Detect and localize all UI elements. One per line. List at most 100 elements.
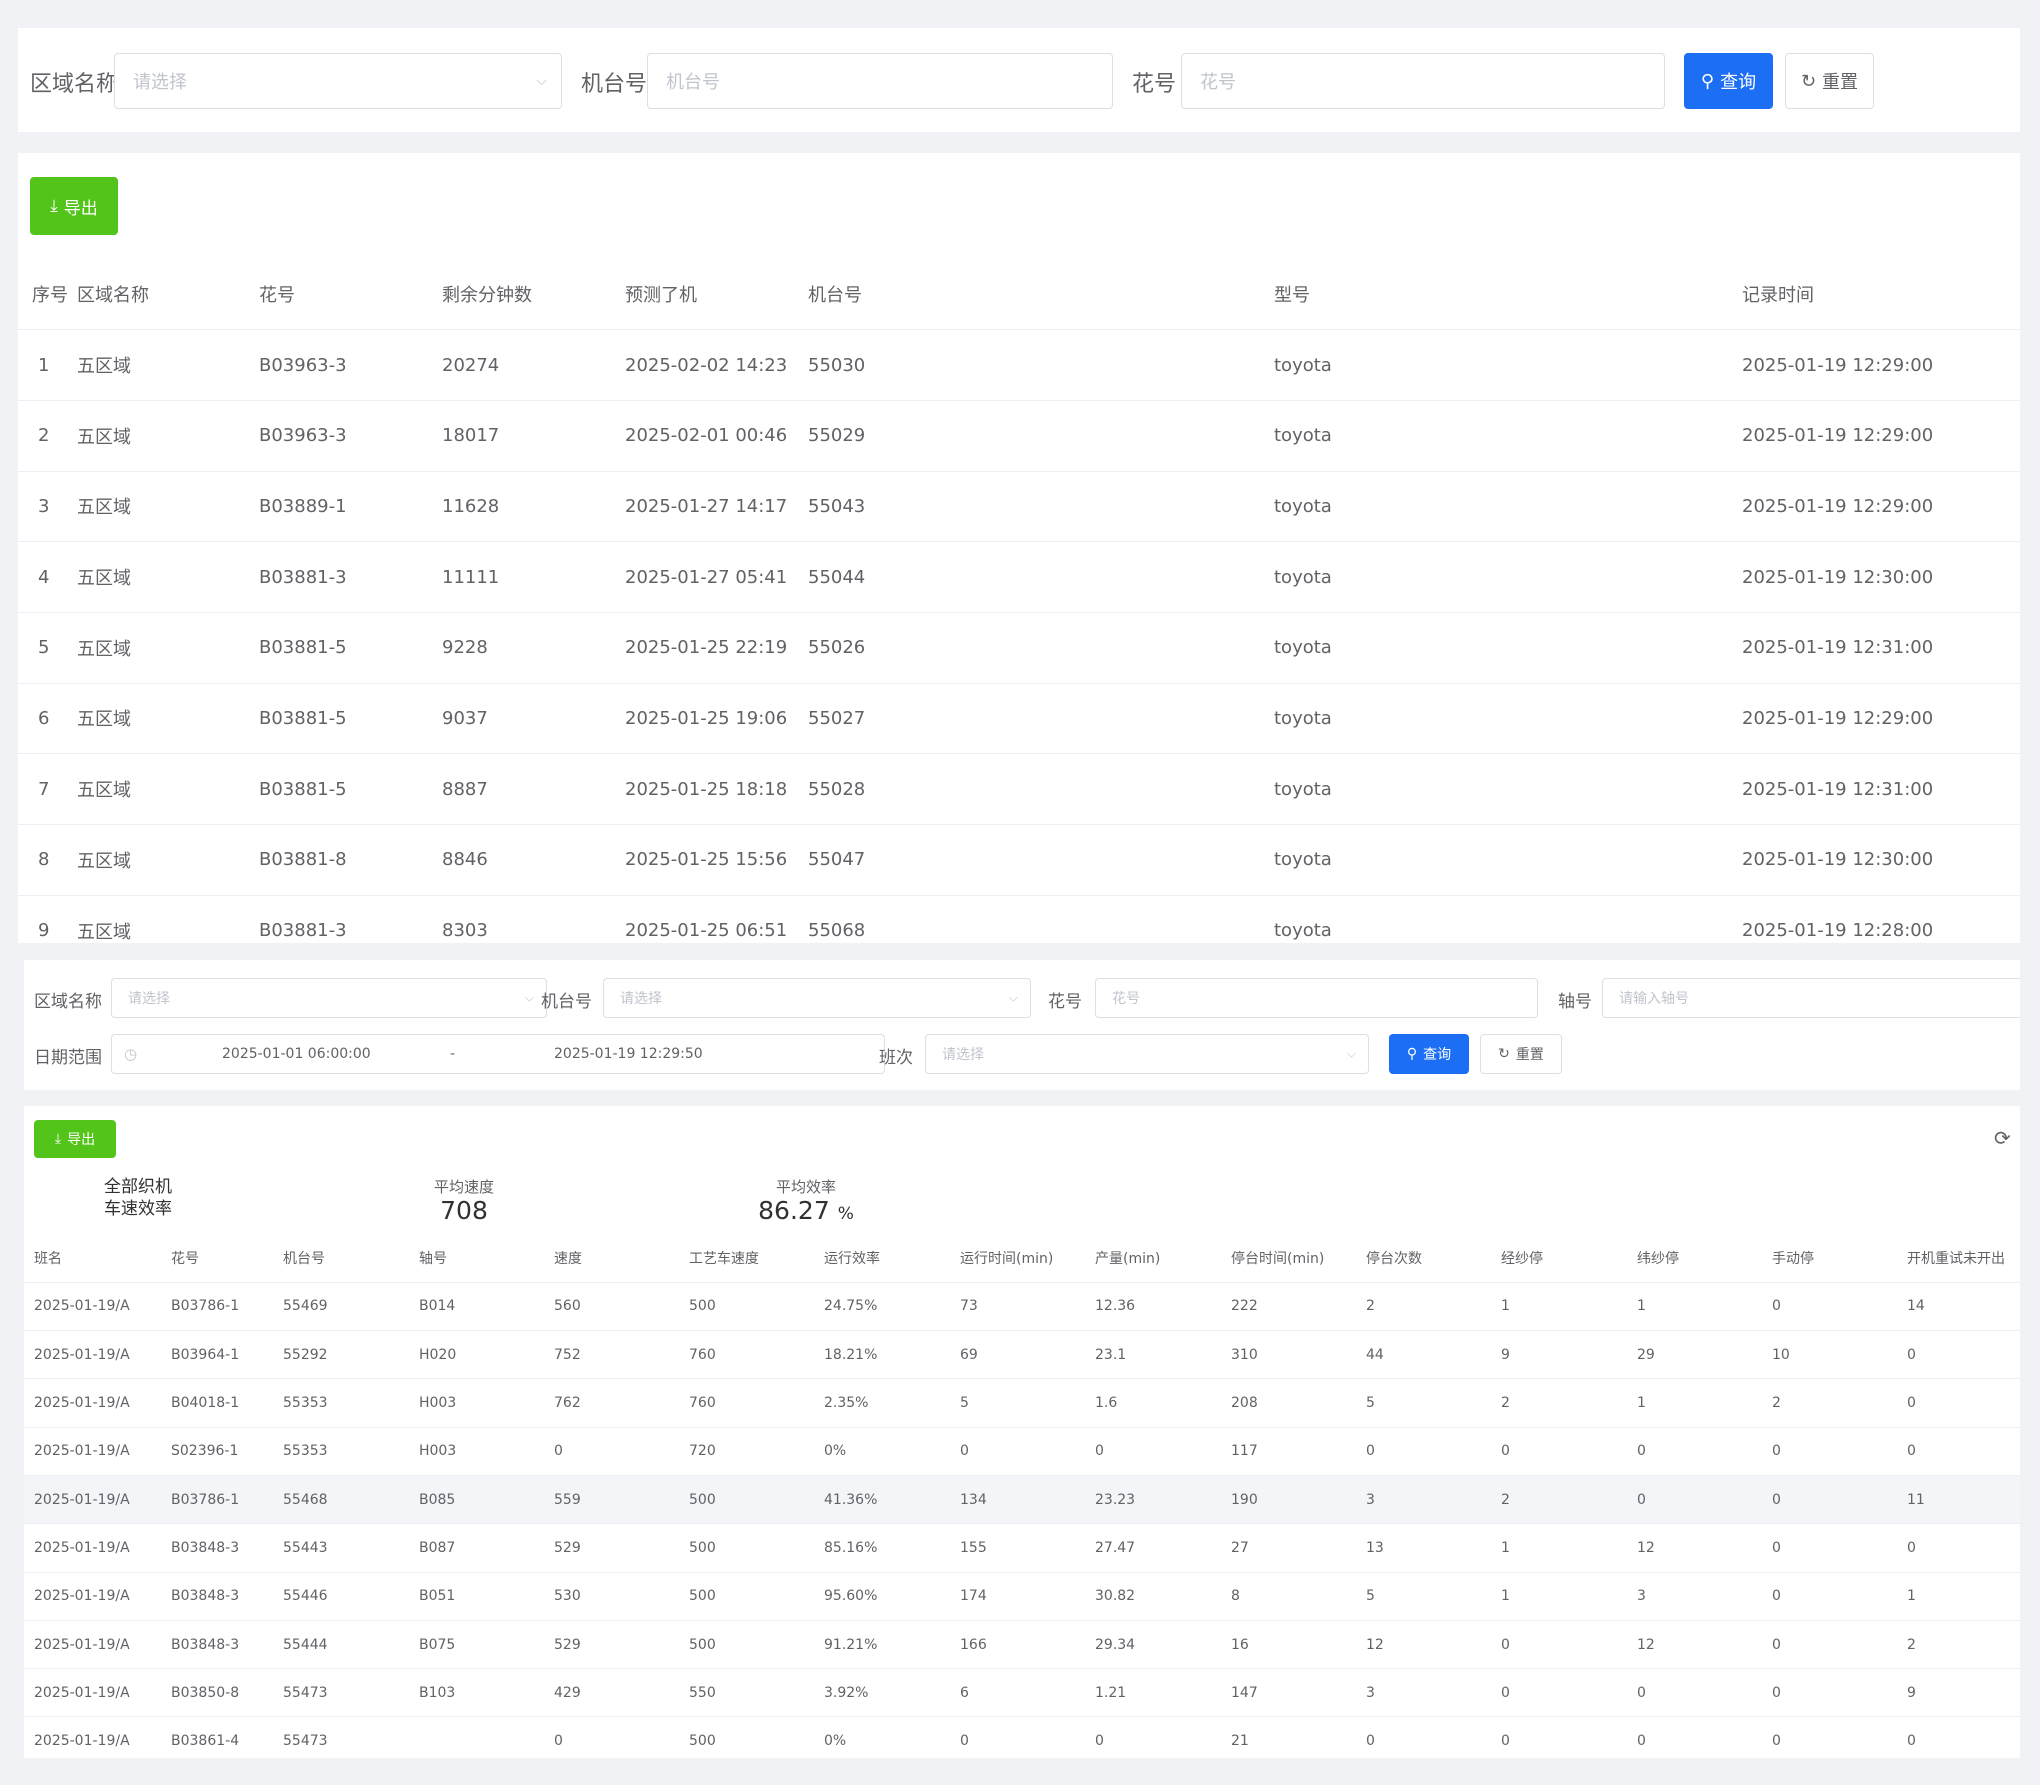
date-range-picker[interactable]: ◷ 2025-01-01 06:00:00 - 2025-01-19 12:29… — [111, 1034, 885, 1074]
table-row[interactable]: 2025-01-19/A B03848-3 55443 B087 529 500 85.16… — [24, 1523, 2020, 1573]
table-cell: 0 — [957, 1427, 1092, 1476]
area-select[interactable]: 请选择 ⌵ — [114, 53, 562, 109]
table-row[interactable]: 2025-01-19/A B03786-1 55469 B014 560 500 24.75… — [24, 1282, 2020, 1332]
table-cell: 五区域 — [74, 329, 256, 401]
table-cell: 55292 — [280, 1330, 416, 1380]
table-cell: 9 — [1498, 1330, 1634, 1380]
table-cell: B075 — [416, 1620, 551, 1670]
table-cell: 2025-01-19 12:31:00 — [1739, 612, 2020, 684]
table-cell: B03848-3 — [168, 1620, 280, 1670]
table-row[interactable]: 9 五区域 B03881-3 8303 2025-01-25 06:51 55068 toy… — [18, 895, 2020, 943]
table-cell: 2025-01-19 12:29:00 — [1739, 683, 2020, 755]
table-cell: 2025-01-27 05:41 — [622, 541, 805, 613]
table-row[interactable]: 3 五区域 B03889-1 11628 2025-01-27 14:17 55043 to… — [18, 471, 2020, 543]
table-header-cell: 花号 — [256, 259, 439, 331]
table-cell: 560 — [551, 1282, 686, 1332]
table-cell: 12 — [1363, 1620, 1498, 1670]
table-header-cell: 区域名称 — [74, 259, 256, 331]
table-row[interactable]: 2025-01-19/A B03848-3 55444 B075 529 500 91.21… — [24, 1620, 2020, 1670]
table-cell: 12.36 — [1092, 1282, 1228, 1332]
table-row[interactable]: 2025-01-19/A B03848-3 55446 B051 530 500 95.60… — [24, 1572, 2020, 1621]
table-cell: B014 — [416, 1282, 551, 1332]
table-header-cell: 产量(min) — [1092, 1234, 1228, 1283]
table-cell: 18.21% — [821, 1330, 957, 1380]
table-cell: 2025-01-19 12:31:00 — [1739, 753, 2020, 825]
table-cell: 760 — [686, 1330, 821, 1380]
efficiency-table: 班名 花号 机台号 轴号 速度 工艺车速度 运行效率 运行时间(min) 产量(min) 停台时间… — [24, 1234, 2020, 1758]
table-cell: 五区域 — [74, 824, 256, 896]
table-cell: 2025-01-19/A — [24, 1572, 168, 1621]
machine-input[interactable]: 机台号 — [647, 53, 1113, 109]
table-cell: B03881-5 — [256, 683, 439, 755]
date-end[interactable]: 2025-01-19 12:29:50 — [554, 1046, 703, 1062]
download-icon: ⤓ — [50, 196, 58, 216]
table-cell: 0 — [1634, 1475, 1769, 1525]
chevron-down-icon: ⌵ — [1346, 1046, 1356, 1061]
date-start[interactable]: 2025-01-01 06:00:00 — [222, 1046, 371, 1062]
shift-select-placeholder: 请选择 — [942, 1047, 984, 1063]
reset-button-2[interactable]: ↻ 重置 — [1480, 1034, 1562, 1074]
avg-speed-label: 平均速度 — [433, 1178, 494, 1196]
avg-efficiency: 86.27 % — [716, 1196, 896, 1225]
table-cell: B03786-1 — [168, 1475, 280, 1525]
table-cell: 55026 — [805, 612, 1271, 684]
table-cell: 0 — [1904, 1378, 2020, 1428]
area-select-2-placeholder: 请选择 — [128, 991, 170, 1007]
prediction-table: 序号 区域名称 花号 剩余分钟数 预测了机 机台号 型号 记录时间 1 五区域 B03963-3 2… — [18, 259, 2020, 943]
table-header-cell: 运行时间(min) — [957, 1234, 1092, 1283]
table-cell: 五区域 — [74, 400, 256, 472]
table-cell: 五区域 — [74, 895, 256, 943]
table-cell: 0 — [1904, 1523, 2020, 1573]
export-button-2[interactable]: ⤓ 导出 — [34, 1120, 116, 1158]
table-cell: 24.75% — [821, 1282, 957, 1332]
table-row[interactable]: 8 五区域 B03881-8 8846 2025-01-25 15:56 55047 toy… — [18, 824, 2020, 896]
table-row[interactable]: 2025-01-19/A B03786-1 55468 B085 559 500 41.36… — [24, 1475, 2020, 1525]
export-button[interactable]: ⤓ 导出 — [30, 177, 118, 235]
table-cell: 166 — [957, 1620, 1092, 1670]
refresh-icon: ↻ — [1800, 70, 1817, 92]
table-row[interactable]: 4 五区域 B03881-3 11111 2025-01-27 05:41 55044 to… — [18, 541, 2020, 613]
pattern-input-2[interactable]: 花号 — [1095, 978, 1538, 1018]
table-row[interactable]: 2025-01-19/A B03964-1 55292 H020 752 760 18.21… — [24, 1330, 2020, 1380]
table-row[interactable]: 2025-01-19/A B03850-8 55473 B103 429 550 3.92%… — [24, 1668, 2020, 1718]
shift-select[interactable]: 请选择 ⌵ — [925, 1034, 1369, 1074]
axis-input-placeholder: 请输入轴号 — [1619, 991, 1689, 1007]
table-row[interactable]: 2025-01-19/A B03861-4 55473 0 500 0% 0 0 21 0 0 0 0 0 — [24, 1716, 2020, 1758]
table-cell: 1.21 — [1092, 1668, 1228, 1718]
refresh-icon[interactable]: ⟳ — [1994, 1126, 2011, 1150]
table-cell: 0 — [1634, 1668, 1769, 1718]
table-row[interactable]: 5 五区域 B03881-5 9228 2025-01-25 22:19 55026 toy… — [18, 612, 2020, 684]
table-row[interactable]: 2025-01-19/A B04018-1 55353 H003 762 760 2.35%… — [24, 1378, 2020, 1428]
table-row[interactable]: 7 五区域 B03881-5 8887 2025-01-25 18:18 55028 toy… — [18, 753, 2020, 825]
table-cell: 2 — [1498, 1475, 1634, 1525]
avg-efficiency-label: 平均效率 — [775, 1178, 836, 1196]
pattern-input[interactable]: 花号 — [1181, 53, 1665, 109]
machine-select-2-placeholder: 请选择 — [620, 991, 662, 1007]
table-cell: 55469 — [280, 1282, 416, 1332]
table-row[interactable]: 6 五区域 B03881-5 9037 2025-01-25 19:06 55027 toy… — [18, 683, 2020, 755]
area-select-2[interactable]: 请选择 ⌵ — [111, 978, 547, 1018]
table-cell: 0 — [1904, 1427, 2020, 1476]
table-cell: S02396-1 — [168, 1427, 280, 1476]
table-cell: toyota — [1271, 612, 1739, 684]
query-button-2[interactable]: ⚲ 查询 — [1389, 1034, 1469, 1074]
date-separator: - — [450, 1046, 456, 1062]
reset-button-label: 重置 — [1822, 72, 1859, 93]
table-cell: toyota — [1271, 824, 1739, 896]
efficiency-panel: ⤓ 导出 ⟳ 全部织机 车速效率 平均速度 708 平均效率 86.27 % 班名… — [24, 1106, 2020, 1758]
table-row[interactable]: 2 五区域 B03963-3 18017 2025-02-01 00:46 55029 to… — [18, 400, 2020, 472]
machine-select-2[interactable]: 请选择 ⌵ — [603, 978, 1031, 1018]
table-row[interactable]: 1 五区域 B03963-3 20274 2025-02-02 14:23 55030 to… — [18, 329, 2020, 401]
axis-label: 轴号 — [1558, 992, 1592, 1012]
table-cell — [416, 1716, 551, 1758]
table-cell: 55468 — [280, 1475, 416, 1525]
table-cell: 27 — [1228, 1523, 1363, 1573]
avg-efficiency-value: 86.27 — [758, 1196, 830, 1225]
query-button[interactable]: ⚲ 查询 — [1684, 53, 1773, 109]
table-cell: 9 — [18, 895, 74, 943]
axis-input[interactable]: 请输入轴号 — [1602, 978, 2020, 1018]
table-row[interactable]: 2025-01-19/A S02396-1 55353 H003 0 720 0% 0 0 117… — [24, 1427, 2020, 1476]
reset-button[interactable]: ↻ 重置 — [1785, 53, 1874, 109]
pattern-label-2: 花号 — [1048, 992, 1082, 1012]
refresh-icon: ↻ — [1498, 1046, 1510, 1062]
